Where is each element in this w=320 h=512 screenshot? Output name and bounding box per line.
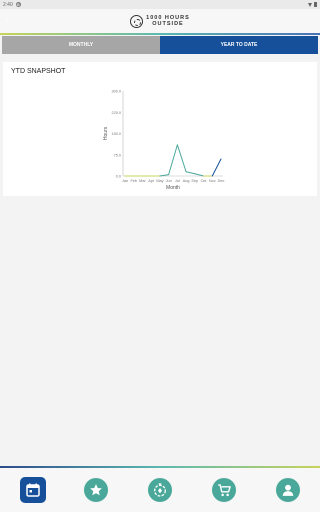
- x-tick-label: Sep: [191, 179, 198, 183]
- y-tick-label: 0.0: [116, 175, 121, 179]
- ytd-snapshot-card: YTD SNAPSHOT 300.0 225.0 150.0 75.0 0.0 Jan Fe…: [3, 62, 317, 196]
- nav-profile-button[interactable]: [276, 478, 300, 502]
- nav-timer-button[interactable]: [148, 478, 172, 502]
- x-tick-label: Jun: [166, 179, 172, 183]
- x-tick-label: Nov: [209, 179, 216, 183]
- y-tick-label: 75.0: [114, 153, 121, 157]
- nav-shop-button[interactable]: [212, 478, 236, 502]
- logo-line-2: OUTSIDE: [152, 21, 184, 27]
- user-icon: [282, 484, 294, 496]
- wifi-icon: [308, 2, 312, 7]
- app-logo: 1000 HOURS OUTSIDE: [130, 14, 190, 28]
- star-icon: [90, 484, 102, 496]
- tab-monthly[interactable]: MONTHLY: [2, 36, 160, 54]
- y-tick-label: 150.0: [111, 132, 121, 136]
- bottom-navigation: [0, 468, 320, 512]
- x-tick-label: Aug: [183, 179, 190, 183]
- series-line-segment: [211, 158, 222, 177]
- battery-icon: [314, 2, 317, 7]
- logo-emblem-icon: [130, 14, 144, 28]
- nav-calendar-button[interactable]: [20, 477, 46, 503]
- series-line-segment: [176, 144, 187, 173]
- series-line-segment: [168, 144, 178, 176]
- x-axis-label: Month: [166, 185, 180, 191]
- y-tick-label: 225.0: [111, 111, 121, 115]
- nav-favorites-button[interactable]: [84, 478, 108, 502]
- x-tick-label: Dec: [218, 179, 225, 183]
- tab-bar: MONTHLY YEAR TO DATE: [2, 36, 318, 54]
- series-line-segment: [194, 173, 205, 177]
- x-tick-label: Jan: [122, 179, 128, 183]
- status-time: 2:40: [3, 1, 13, 8]
- y-axis-label: Hours: [103, 126, 109, 140]
- logo-text: 1000 HOURS OUTSIDE: [146, 15, 190, 27]
- header-divider: [0, 33, 320, 35]
- y-tick-label: 300.0: [111, 90, 121, 94]
- series-line-segment: [185, 171, 196, 175]
- status-bar: 2:40 G: [0, 0, 320, 9]
- tab-year-to-date[interactable]: YEAR TO DATE: [160, 36, 318, 54]
- timer-icon: [154, 483, 166, 497]
- back-arrow-icon[interactable]: ←: [4, 14, 13, 24]
- x-tick-label: May: [156, 179, 163, 183]
- calendar-icon: [26, 483, 40, 497]
- cart-icon: [217, 483, 231, 496]
- google-icon: G: [15, 2, 21, 7]
- x-tick-label: Feb: [130, 179, 137, 183]
- x-tick-label: Apr: [148, 179, 155, 183]
- x-tick-label: Jul: [175, 179, 180, 183]
- ytd-line-chart: 300.0 225.0 150.0 75.0 0.0Jan Feb Mar Apr May Jun…: [103, 90, 225, 192]
- x-tick-label: Mar: [139, 179, 146, 183]
- app-bar: ← 1000 HOURS OUTSIDE: [0, 9, 320, 33]
- x-tick-label: Oct: [201, 179, 208, 183]
